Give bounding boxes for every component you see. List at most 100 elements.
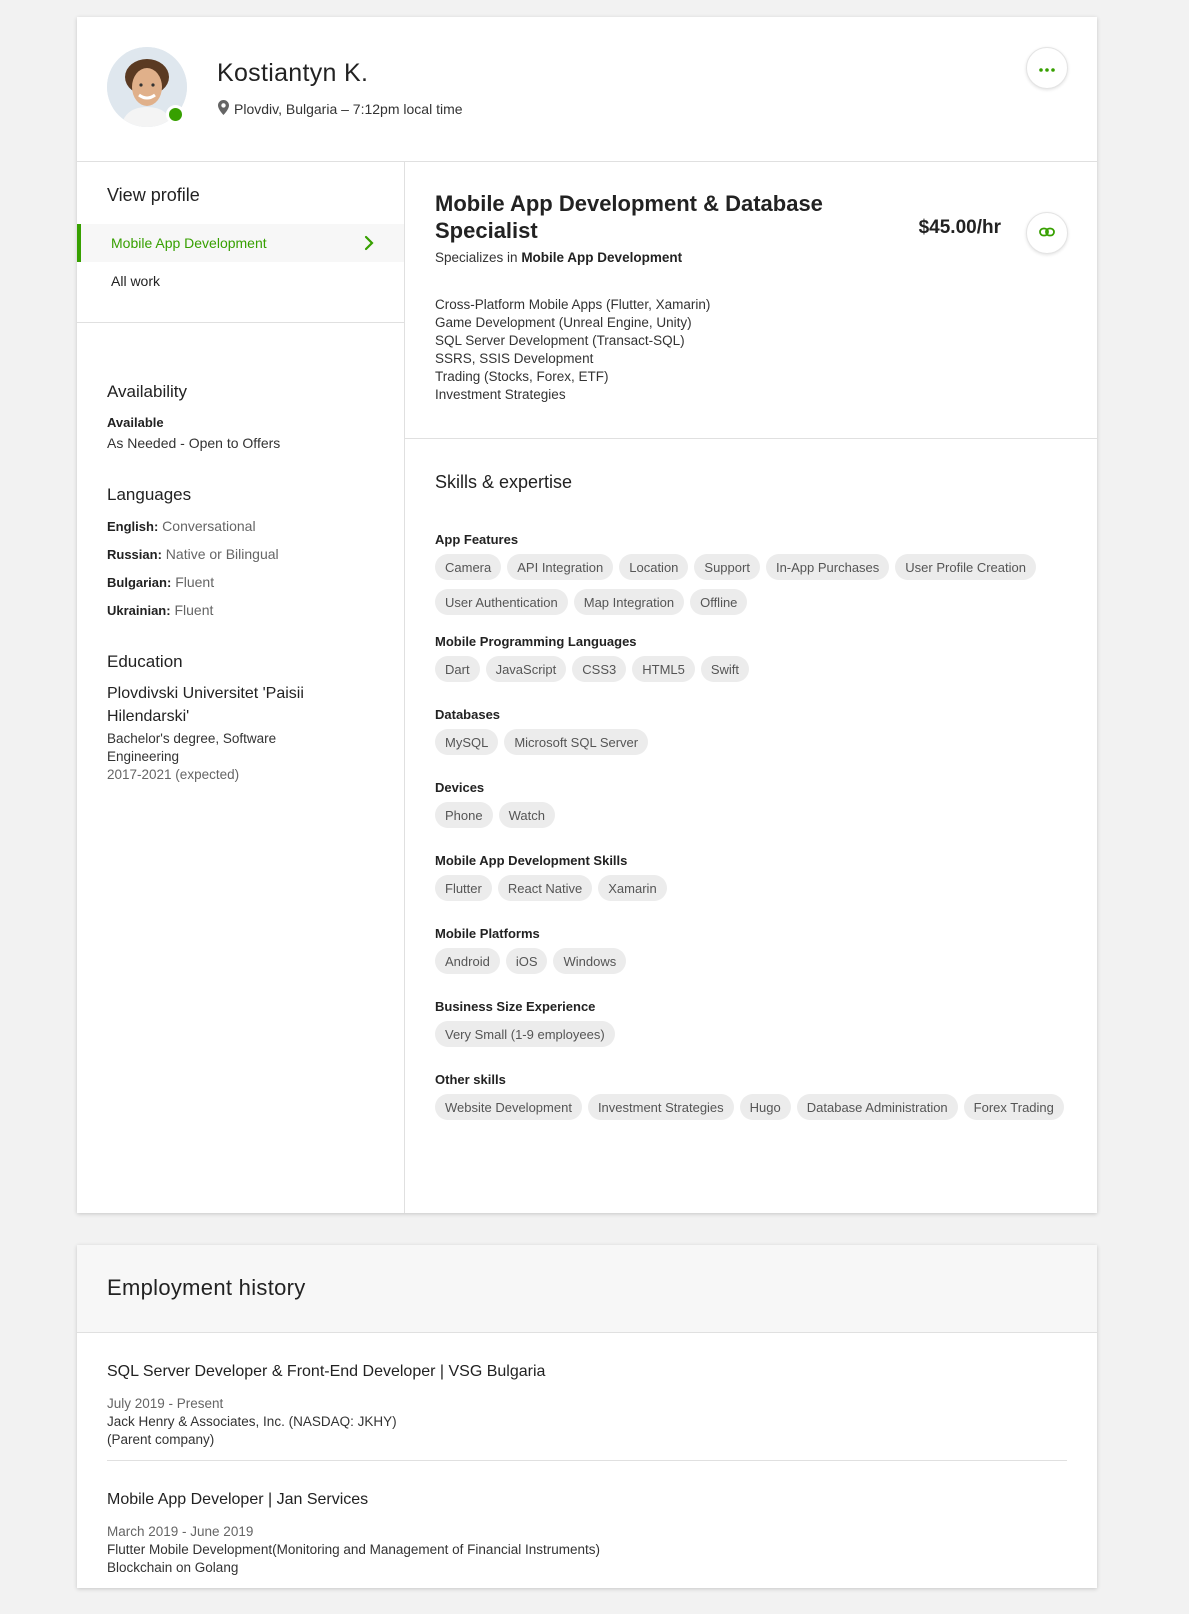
skill-group-title: Other skills — [435, 1072, 506, 1087]
skill-chip[interactable]: Flutter — [435, 875, 492, 901]
skill-chip[interactable]: Forex Trading — [963, 1094, 1064, 1120]
skill-group-title: Databases — [435, 707, 501, 722]
left-sidebar: View profile Mobile App Development All … — [77, 162, 405, 1213]
skill-group: Business Size Experience Very Small (1-9 … — [435, 999, 1075, 1047]
language-item: Bulgarian: Fluent — [107, 574, 214, 590]
location-line: Plovdiv, Bulgaria – 7:12pm local time — [218, 100, 463, 118]
skill-chip[interactable]: Very Small (1-9 employees) — [435, 1021, 615, 1047]
skill-chip[interactable]: Website Development — [435, 1094, 582, 1120]
skill-chip[interactable]: User Authentication — [435, 589, 568, 615]
skill-group-title: Mobile App Development Skills — [435, 853, 628, 868]
profile-overview: Cross-Platform Mobile Apps (Flutter, Xam… — [435, 296, 710, 404]
language-item: Russian: Native or Bilingual — [107, 546, 279, 562]
copy-link-button[interactable] — [1026, 212, 1068, 254]
job-dates: July 2019 - Present — [107, 1396, 224, 1411]
link-icon — [1039, 224, 1055, 242]
education-degree: Bachelor's degree, Software Engineering — [107, 731, 277, 764]
language-level: Fluent — [174, 602, 214, 618]
divider — [107, 1460, 1067, 1461]
profile-title: Mobile App Development & Database Specia… — [435, 191, 823, 243]
skill-chip[interactable]: Watch — [498, 802, 555, 828]
skill-chip[interactable]: Offline — [690, 589, 748, 615]
skill-chip[interactable]: Investment Strategies — [587, 1094, 734, 1120]
skill-group-title: Devices — [435, 780, 485, 795]
overview-line: Cross-Platform Mobile Apps (Flutter, Xam… — [435, 297, 711, 312]
job-description-line: Flutter Mobile Development(Monitoring an… — [107, 1542, 600, 1557]
skill-chip-list: Website Development Investment Strategies… — [435, 1094, 1075, 1120]
profile-card: Kostiantyn K. Plovdiv, Bulgaria – 7:12pm… — [77, 17, 1097, 1213]
more-options-button[interactable] — [1026, 47, 1068, 89]
skill-group: Other skills Website Development Investmen… — [435, 1072, 1075, 1120]
ellipsis-icon — [1039, 59, 1055, 77]
nav-item-all-work[interactable]: All work — [77, 262, 404, 300]
skill-chip[interactable]: Windows — [553, 948, 627, 974]
language-name: Bulgarian: — [107, 575, 172, 590]
skill-chip[interactable]: Support — [694, 554, 760, 580]
job-title: SQL Server Developer & Front-End Develop… — [107, 1363, 546, 1380]
skill-chip[interactable]: HTML5 — [632, 656, 695, 682]
skill-chip-list: Phone Watch — [435, 802, 1075, 828]
skill-group: Databases MySQL Microsoft SQL Server — [435, 707, 1075, 755]
view-profile-heading: View profile — [107, 185, 200, 205]
education-years: 2017-2021 (expected) — [107, 767, 240, 782]
skill-chip[interactable]: JavaScript — [485, 656, 567, 682]
skill-group: Devices Phone Watch — [435, 780, 1075, 828]
skill-group-title: Mobile Platforms — [435, 926, 540, 941]
nav-item-label: All work — [111, 273, 161, 289]
freelancer-name: Kostiantyn K. — [217, 59, 369, 87]
job-description-line: Jack Henry & Associates, Inc. (NASDAQ: J… — [107, 1414, 397, 1429]
skill-group-title: Mobile Programming Languages — [435, 634, 637, 649]
skill-chip[interactable]: Camera — [435, 554, 502, 580]
education-heading: Education — [107, 652, 183, 671]
skill-chip[interactable]: Xamarin — [598, 875, 667, 901]
job-description-line: (Parent company) — [107, 1432, 215, 1447]
employment-item: SQL Server Developer & Front-End Develop… — [107, 1363, 1067, 1449]
language-item: English: Conversational — [107, 518, 256, 534]
skill-chip-list: MySQL Microsoft SQL Server — [435, 729, 1075, 755]
skill-chip-list: Android iOS Windows — [435, 948, 1075, 974]
specializes-line: Specializes in Mobile App Development — [435, 250, 682, 265]
job-dates: March 2019 - June 2019 — [107, 1524, 254, 1539]
skill-chip[interactable]: Dart — [435, 656, 480, 682]
overview-line: Trading (Stocks, Forex, ETF) — [435, 369, 609, 384]
overview-line: SSRS, SSIS Development — [435, 351, 594, 366]
employment-heading: Employment history — [107, 1275, 306, 1300]
online-status-dot — [166, 105, 185, 124]
skill-chip[interactable]: Microsoft SQL Server — [504, 729, 649, 755]
skill-chip[interactable]: Location — [619, 554, 689, 580]
skill-chip[interactable]: In-App Purchases — [765, 554, 890, 580]
skill-chip[interactable]: Swift — [700, 656, 750, 682]
availability-heading: Availability — [107, 382, 188, 401]
overview-line: Investment Strategies — [435, 387, 566, 402]
skill-chip[interactable]: Map Integration — [573, 589, 685, 615]
skill-chip[interactable]: iOS — [505, 948, 548, 974]
location-text: Plovdiv, Bulgaria – 7:12pm local time — [234, 101, 463, 117]
skill-group: App Features Camera API Integration Locatio… — [435, 532, 1075, 615]
availability-detail: As Needed - Open to Offers — [107, 435, 281, 451]
job-title: Mobile App Developer | Jan Services — [107, 1491, 369, 1508]
main-content: Mobile App Development & Database Specia… — [405, 162, 1097, 1213]
education-school: Plovdivski Universitet 'Paisii Hilendars… — [107, 685, 304, 725]
language-level: Native or Bilingual — [165, 546, 279, 562]
nav-item-label: Mobile App Development — [111, 235, 267, 251]
nav-item-mobile-app-development[interactable]: Mobile App Development — [77, 224, 404, 262]
map-pin-icon — [218, 100, 229, 118]
language-level: Conversational — [162, 518, 256, 534]
skill-chip-list: Dart JavaScript CSS3 HTML5 Swift — [435, 656, 1075, 682]
skill-chip[interactable]: CSS3 — [572, 656, 627, 682]
skill-group-title: Business Size Experience — [435, 999, 596, 1014]
skill-chip[interactable]: Database Administration — [796, 1094, 958, 1120]
skill-chip[interactable]: User Profile Creation — [895, 554, 1036, 580]
profile-header: Kostiantyn K. Plovdiv, Bulgaria – 7:12pm… — [77, 17, 1097, 162]
skill-chip[interactable]: MySQL — [435, 729, 499, 755]
skill-chip[interactable]: Android — [435, 948, 500, 974]
specializes-value: Mobile App Development — [521, 250, 683, 265]
skill-chip[interactable]: API Integration — [507, 554, 614, 580]
skill-chip[interactable]: Hugo — [739, 1094, 791, 1120]
skill-chip-list: Flutter React Native Xamarin — [435, 875, 1075, 901]
overview-line: Game Development (Unreal Engine, Unity) — [435, 315, 692, 330]
skill-group: Mobile Platforms Android iOS Windows — [435, 926, 1075, 974]
skill-chip[interactable]: Phone — [435, 802, 493, 828]
job-description-line: Blockchain on Golang — [107, 1560, 239, 1575]
skill-chip[interactable]: React Native — [497, 875, 593, 901]
